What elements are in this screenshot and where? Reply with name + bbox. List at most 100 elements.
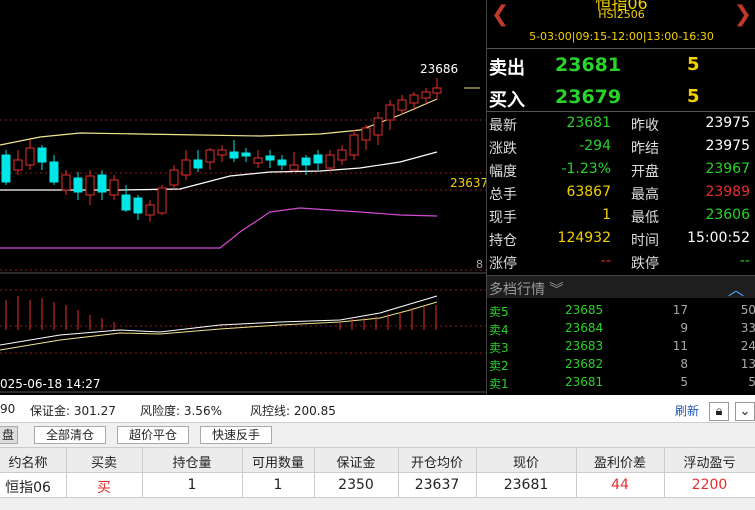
stat-label: 昨结: [631, 141, 659, 157]
stat-value: 23606: [705, 207, 750, 223]
column-header[interactable]: 买卖: [66, 452, 142, 471]
table-row[interactable]: 恒指06 买 1 1 2350 23637 23681 44 2200: [0, 473, 755, 498]
contract-code: HSI2506: [598, 8, 645, 21]
table-cell: 23681: [503, 477, 549, 493]
column-divider: [66, 448, 67, 498]
depth-level: 卖4: [489, 323, 509, 337]
table-cell: 2350: [338, 477, 374, 493]
bid-price[interactable]: 23679: [555, 86, 621, 108]
depth-cumulative: 33: [740, 321, 755, 335]
refresh-link[interactable]: 刷新: [675, 402, 699, 419]
table-cell: 1: [273, 477, 283, 493]
stats-grid: 最新 23681 昨收 23975 涨跌 -294 昨结 23975 幅度 -1.2…: [487, 113, 755, 273]
double-chevron-down-icon[interactable]: ︾: [549, 282, 563, 298]
depth-volume: 5: [680, 375, 688, 389]
depth-row[interactable]: 卖2 23682 8 13: [487, 356, 755, 374]
candle-body: [253, 157, 263, 164]
ask-row[interactable]: 卖出 23681 5: [487, 50, 755, 80]
column-divider: [142, 448, 143, 498]
stat-label: 涨跌: [489, 141, 517, 157]
depth-cumulative: 24: [740, 339, 755, 353]
tab-positions[interactable]: 盘: [0, 426, 18, 444]
table-cell: 买: [97, 480, 111, 496]
column-divider: [476, 448, 477, 498]
depth-price: 23682: [565, 357, 604, 371]
candle-body: [109, 179, 119, 196]
bid-row[interactable]: 买入 23679 5: [487, 82, 755, 112]
stat-row: 涨跌 -294 昨结 23975: [487, 136, 755, 159]
chevron-up-icon[interactable]: ︿: [728, 276, 744, 300]
candle-body: [229, 151, 239, 159]
candle-body: [349, 134, 359, 156]
over-price-close-button[interactable]: 超价平仓: [117, 426, 189, 444]
candle-body: [61, 174, 71, 191]
chevron-down-icon[interactable]: ⌄: [735, 402, 755, 421]
depth-row[interactable]: 卖5 23685 17 50: [487, 302, 755, 320]
candle-body: [121, 194, 131, 211]
close-all-button[interactable]: 全部清仓: [34, 426, 106, 444]
depth-level: 卖1: [489, 377, 509, 391]
depth-row[interactable]: 卖3 23683 11 24: [487, 338, 755, 356]
candle-body: [385, 104, 395, 121]
stat-label: 昨收: [631, 118, 659, 134]
column-divider: [664, 448, 665, 498]
kline-svg[interactable]: [0, 0, 486, 395]
stat-label: 涨停: [489, 256, 517, 272]
account-bar: 90 保证金: 301.27 风险度: 3.56% 风控线: 200.85 刷新…: [0, 395, 755, 423]
bid-label: 买入: [489, 90, 525, 111]
stat-row: 现手 1 最低 23606: [487, 205, 755, 228]
kline-chart[interactable]: 23686 23637 8 025-06-18 14:27: [0, 0, 489, 395]
column-divider: [314, 448, 315, 498]
stat-row: 涨停 -- 跌停 --: [487, 251, 755, 274]
depth-title: 多档行情 ︾: [489, 282, 564, 298]
candle-body: [205, 149, 215, 163]
column-header[interactable]: 保证金: [314, 452, 398, 471]
column-header[interactable]: 持仓量: [142, 452, 242, 471]
depth-level: 卖3: [489, 341, 509, 355]
lock-icon[interactable]: 🔒︎: [709, 402, 729, 421]
column-header[interactable]: 盈利价差: [576, 452, 664, 471]
candle-body: [313, 154, 323, 164]
candle-body: [169, 169, 179, 186]
stat-value: 124932: [557, 230, 611, 246]
depth-row[interactable]: 卖4 23684 9 33: [487, 320, 755, 338]
candle-body: [193, 159, 203, 169]
candle-body: [145, 204, 155, 216]
candle-body: [277, 159, 287, 166]
column-header[interactable]: 可用数量: [242, 452, 314, 471]
depth-volume: 8: [680, 357, 688, 371]
ask-price[interactable]: 23681: [555, 54, 621, 76]
depth-panel: 多档行情 ︾ ︿ 卖5 23685 17 50 卖4 23684 9 33 卖3 2…: [487, 275, 755, 396]
stat-value: 15:00:52: [687, 230, 750, 246]
bid-volume: 5: [687, 86, 700, 107]
candle-body: [421, 91, 431, 99]
column-header[interactable]: 约名称: [0, 452, 66, 471]
boll-lower-line: [0, 207, 438, 249]
stat-value: -1.23%: [561, 161, 611, 177]
ma-price-label: 23637: [450, 176, 489, 190]
depth-price: 23684: [565, 321, 604, 335]
candle-body: [265, 155, 275, 161]
stat-row: 最新 23681 昨收 23975: [487, 113, 755, 136]
next-contract-icon[interactable]: ❯: [734, 2, 752, 27]
candle-body: [133, 197, 143, 214]
stat-row: 幅度 -1.23% 开盘 23967: [487, 159, 755, 182]
quick-reverse-button[interactable]: 快速反手: [200, 426, 272, 444]
stat-row: 持仓 124932 时间 15:00:52: [487, 228, 755, 251]
trade-panel: 90 保证金: 301.27 风险度: 3.56% 风控线: 200.85 刷新…: [0, 395, 755, 510]
candle-body: [301, 157, 311, 166]
candle-body: [397, 99, 407, 111]
depth-row[interactable]: 卖1 23681 5 5: [487, 374, 755, 392]
candle-body: [432, 87, 442, 94]
stat-label: 现手: [489, 210, 517, 226]
column-header[interactable]: 浮动盈亏: [664, 452, 755, 471]
candle-body: [25, 147, 35, 166]
table-cell: 44: [611, 477, 629, 493]
risk-control-text: 风控线: 200.85: [250, 404, 336, 418]
column-header[interactable]: 开仓均价: [398, 452, 476, 471]
column-header[interactable]: 现价: [476, 452, 576, 471]
depth-header[interactable]: 多档行情 ︾ ︿: [487, 276, 755, 300]
candle-body: [85, 175, 95, 196]
stat-value: 63867: [566, 184, 611, 200]
stat-value: -294: [579, 138, 611, 154]
